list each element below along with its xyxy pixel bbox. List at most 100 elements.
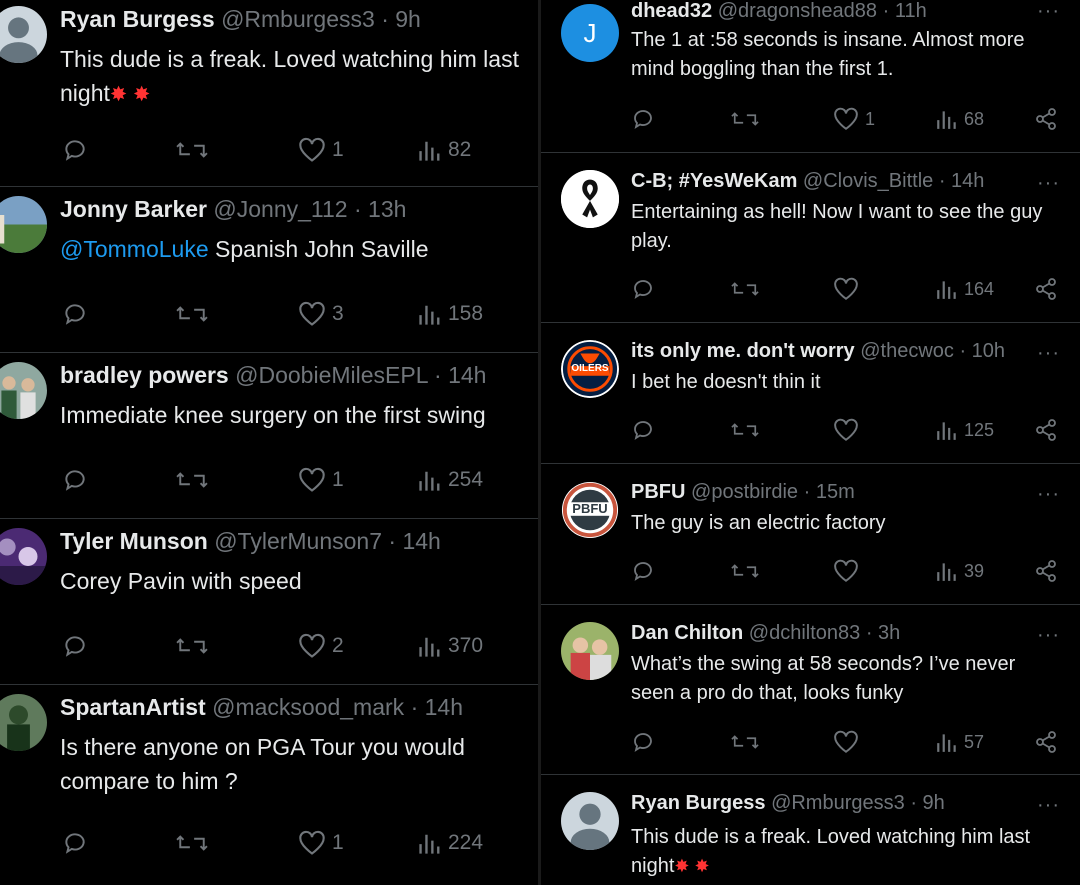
reply-button[interactable] bbox=[62, 467, 94, 493]
reply-button[interactable] bbox=[62, 137, 94, 163]
reply-button[interactable] bbox=[631, 418, 661, 442]
mention-link[interactable]: @TommoLuke bbox=[60, 236, 209, 262]
reply-button[interactable] bbox=[631, 107, 661, 131]
repost-button[interactable] bbox=[176, 830, 214, 856]
user-name[interactable]: Tyler Munson bbox=[60, 528, 208, 554]
avatar[interactable] bbox=[0, 528, 47, 585]
like-button[interactable]: 3 bbox=[298, 301, 344, 327]
share-button[interactable] bbox=[1034, 559, 1058, 583]
more-options-icon[interactable]: ··· bbox=[1037, 172, 1060, 195]
user-handle[interactable]: @thecwoc bbox=[860, 340, 954, 362]
avatar[interactable] bbox=[561, 792, 619, 850]
reply-button[interactable] bbox=[62, 633, 94, 659]
more-options-icon[interactable]: ··· bbox=[1037, 483, 1060, 506]
user-handle[interactable]: @dragonshead88 bbox=[718, 0, 877, 22]
avatar[interactable] bbox=[0, 694, 47, 751]
like-button[interactable]: 2 bbox=[298, 633, 344, 659]
user-name[interactable]: dhead32 bbox=[631, 0, 712, 22]
repost-button[interactable] bbox=[176, 301, 214, 327]
user-name[interactable]: C-B; #YesWeKam bbox=[631, 170, 797, 192]
more-options-icon[interactable]: ··· bbox=[1037, 342, 1060, 365]
avatar[interactable] bbox=[0, 6, 47, 63]
repost-button[interactable] bbox=[731, 730, 765, 754]
reply-tweet[interactable]: C-B; #YesWeKam @Clovis_Bittle · 14h ··· … bbox=[541, 152, 1080, 323]
user-handle[interactable]: @DoobieMilesEPL bbox=[235, 362, 428, 388]
timestamp[interactable]: · 15m bbox=[804, 481, 855, 503]
user-handle[interactable]: @Rmburgess3 bbox=[221, 6, 375, 32]
timestamp[interactable]: · 14h bbox=[388, 528, 440, 554]
like-button[interactable]: 1 bbox=[298, 467, 344, 493]
reply-tweet[interactable]: OILERS its only me. don't worry @thecwoc… bbox=[541, 322, 1080, 464]
reply-button[interactable] bbox=[62, 830, 94, 856]
views-button[interactable]: 164 bbox=[936, 277, 994, 301]
avatar[interactable] bbox=[0, 196, 47, 253]
more-options-icon[interactable]: ··· bbox=[1037, 794, 1060, 817]
avatar[interactable]: PBFU bbox=[561, 481, 619, 539]
reply-tweet[interactable]: PBFU PBFU @postbirdie · 15m ··· The guy … bbox=[541, 463, 1080, 605]
timestamp[interactable]: · 9h bbox=[910, 792, 944, 814]
user-name[interactable]: bradley powers bbox=[60, 362, 229, 388]
reply-tweet[interactable]: SpartanArtist @macksood_mark · 14h Is th… bbox=[0, 684, 538, 885]
like-button[interactable]: 1 bbox=[298, 830, 344, 856]
like-button[interactable] bbox=[833, 730, 865, 754]
views-button[interactable]: 82 bbox=[418, 137, 471, 163]
share-button[interactable] bbox=[1034, 107, 1058, 131]
timestamp[interactable]: · 14h bbox=[411, 694, 463, 720]
user-handle[interactable]: @macksood_mark bbox=[212, 694, 404, 720]
like-button[interactable] bbox=[833, 559, 865, 583]
user-handle[interactable]: @dchilton83 bbox=[749, 622, 860, 644]
user-name[interactable]: SpartanArtist bbox=[60, 694, 206, 720]
views-button[interactable]: 39 bbox=[936, 559, 984, 583]
reply-tweet[interactable]: Jonny Barker @Jonny_112 · 13h @TommoLuke… bbox=[0, 186, 538, 353]
timestamp[interactable]: · 11h bbox=[883, 0, 927, 22]
views-button[interactable]: 125 bbox=[936, 418, 994, 442]
more-options-icon[interactable]: ··· bbox=[1037, 0, 1060, 23]
reply-tweet[interactable]: Ryan Burgess @Rmburgess3 · 9h This dude … bbox=[0, 0, 538, 187]
reply-tweet[interactable]: Tyler Munson @TylerMunson7 · 14h Corey P… bbox=[0, 518, 538, 685]
reply-button[interactable] bbox=[631, 559, 661, 583]
user-name[interactable]: Ryan Burgess bbox=[631, 792, 766, 814]
repost-button[interactable] bbox=[731, 418, 765, 442]
avatar[interactable]: J bbox=[561, 4, 619, 62]
views-button[interactable]: 57 bbox=[936, 730, 984, 754]
repost-button[interactable] bbox=[176, 467, 214, 493]
repost-button[interactable] bbox=[176, 633, 214, 659]
user-handle[interactable]: @postbirdie bbox=[691, 481, 798, 503]
repost-button[interactable] bbox=[176, 137, 214, 163]
repost-button[interactable] bbox=[731, 277, 765, 301]
like-button[interactable] bbox=[833, 418, 865, 442]
avatar[interactable]: OILERS bbox=[561, 340, 619, 398]
views-button[interactable]: 370 bbox=[418, 633, 483, 659]
timestamp[interactable]: · 9h bbox=[381, 6, 421, 32]
user-handle[interactable]: @Rmburgess3 bbox=[771, 792, 905, 814]
timestamp[interactable]: · 10h bbox=[959, 340, 1005, 362]
repost-button[interactable] bbox=[731, 559, 765, 583]
avatar[interactable] bbox=[561, 170, 619, 228]
timestamp[interactable]: · 14h bbox=[939, 170, 985, 192]
user-name[interactable]: its only me. don't worry bbox=[631, 340, 855, 362]
user-handle[interactable]: @Clovis_Bittle bbox=[803, 170, 933, 192]
views-button[interactable]: 254 bbox=[418, 467, 483, 493]
like-button[interactable] bbox=[833, 277, 865, 301]
user-name[interactable]: Ryan Burgess bbox=[60, 6, 215, 32]
user-handle[interactable]: @Jonny_112 bbox=[213, 196, 347, 222]
reply-tweet[interactable]: Ryan Burgess @Rmburgess3 · 9h ··· This d… bbox=[541, 774, 1080, 885]
like-button[interactable]: 1 bbox=[298, 137, 344, 163]
reply-button[interactable] bbox=[62, 301, 94, 327]
avatar[interactable] bbox=[561, 622, 619, 680]
reply-tweet[interactable]: bradley powers @DoobieMilesEPL · 14h Imm… bbox=[0, 352, 538, 519]
share-button[interactable] bbox=[1034, 418, 1058, 442]
share-button[interactable] bbox=[1034, 277, 1058, 301]
timestamp[interactable]: · 14h bbox=[434, 362, 486, 388]
user-name[interactable]: Jonny Barker bbox=[60, 196, 207, 222]
share-button[interactable] bbox=[1034, 730, 1058, 754]
views-button[interactable]: 158 bbox=[418, 301, 483, 327]
timestamp[interactable]: · 13h bbox=[354, 196, 406, 222]
user-name[interactable]: Dan Chilton bbox=[631, 622, 743, 644]
avatar[interactable] bbox=[0, 362, 47, 419]
reply-button[interactable] bbox=[631, 730, 661, 754]
like-button[interactable]: 1 bbox=[833, 107, 875, 131]
user-handle[interactable]: @TylerMunson7 bbox=[214, 528, 382, 554]
views-button[interactable]: 224 bbox=[418, 830, 483, 856]
views-button[interactable]: 68 bbox=[936, 107, 984, 131]
